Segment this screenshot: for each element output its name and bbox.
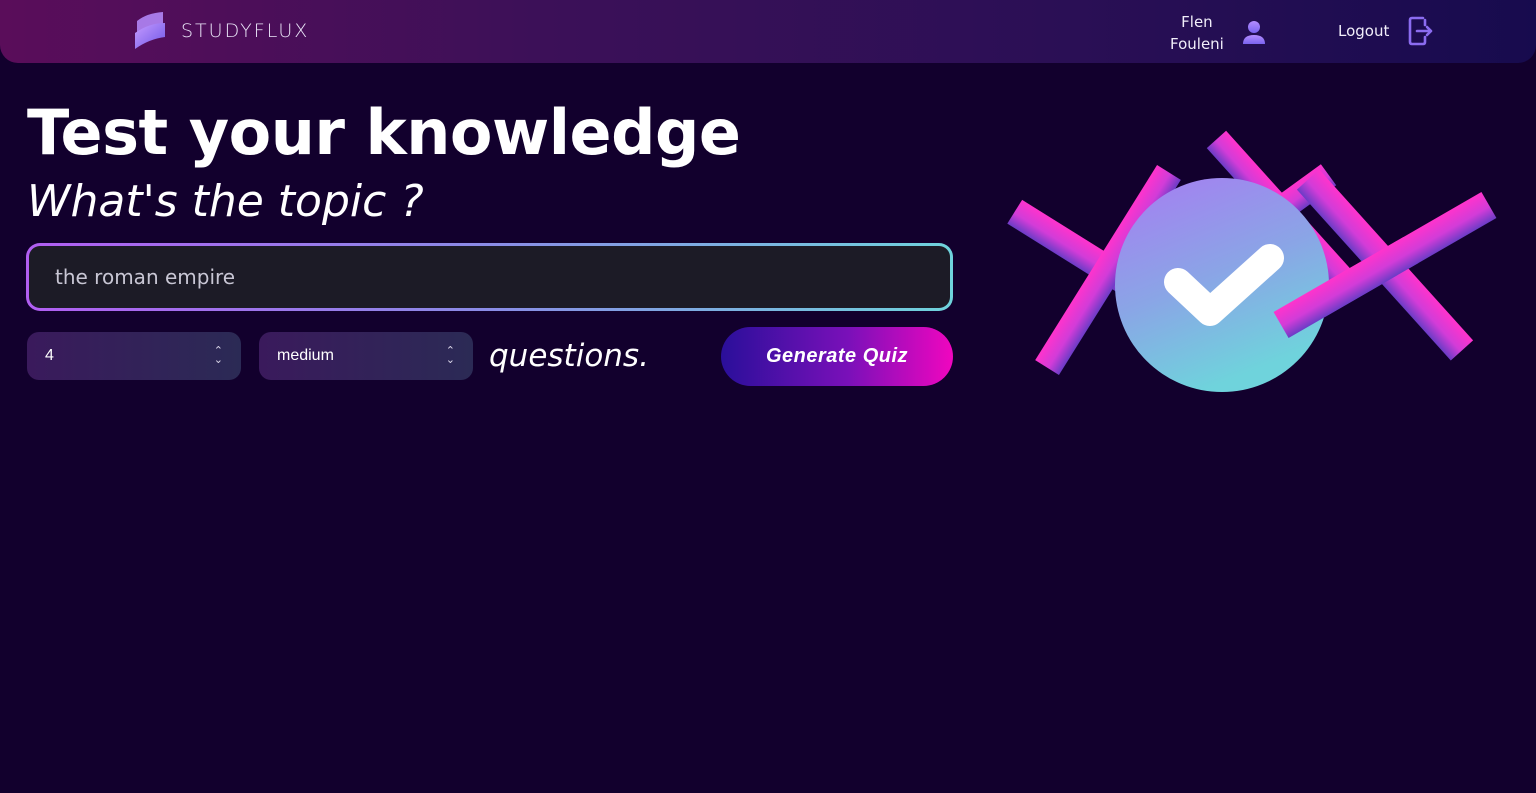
user-last-name: Fouleni xyxy=(1170,35,1224,53)
brand-name: STUDYFLUX xyxy=(181,20,310,42)
logout-label: Logout xyxy=(1338,22,1390,40)
top-navbar: STUDYFLUX Flen Fouleni Logout xyxy=(0,0,1536,63)
logout-icon xyxy=(1409,16,1433,46)
user-icon xyxy=(1242,21,1265,44)
difficulty-select[interactable]: medium ⌃ ⌄ xyxy=(259,332,473,380)
generate-quiz-button[interactable]: Generate Quiz xyxy=(721,327,953,386)
user-name: Flen Fouleni xyxy=(1170,11,1224,55)
topic-field xyxy=(26,243,953,311)
chevron-updown-icon: ⌃ ⌄ xyxy=(213,345,223,366)
chevron-updown-icon: ⌃ ⌄ xyxy=(445,345,455,366)
quiz-illustration xyxy=(1007,130,1497,392)
user-menu[interactable]: Flen Fouleni xyxy=(1170,11,1266,55)
user-first-name: Flen xyxy=(1181,13,1213,31)
question-count-select[interactable]: 4 ⌃ ⌄ xyxy=(27,332,241,380)
brand[interactable]: STUDYFLUX xyxy=(133,11,309,51)
page-title: Test your knowledge xyxy=(27,96,741,169)
difficulty-value: medium xyxy=(277,347,334,364)
question-count-value: 4 xyxy=(45,347,54,364)
logout-button[interactable]: Logout xyxy=(1338,15,1433,47)
logo-icon xyxy=(135,12,165,49)
questions-label: questions. xyxy=(489,338,649,374)
topic-input[interactable] xyxy=(29,246,950,308)
page-subtitle: What's the topic ? xyxy=(27,176,424,227)
